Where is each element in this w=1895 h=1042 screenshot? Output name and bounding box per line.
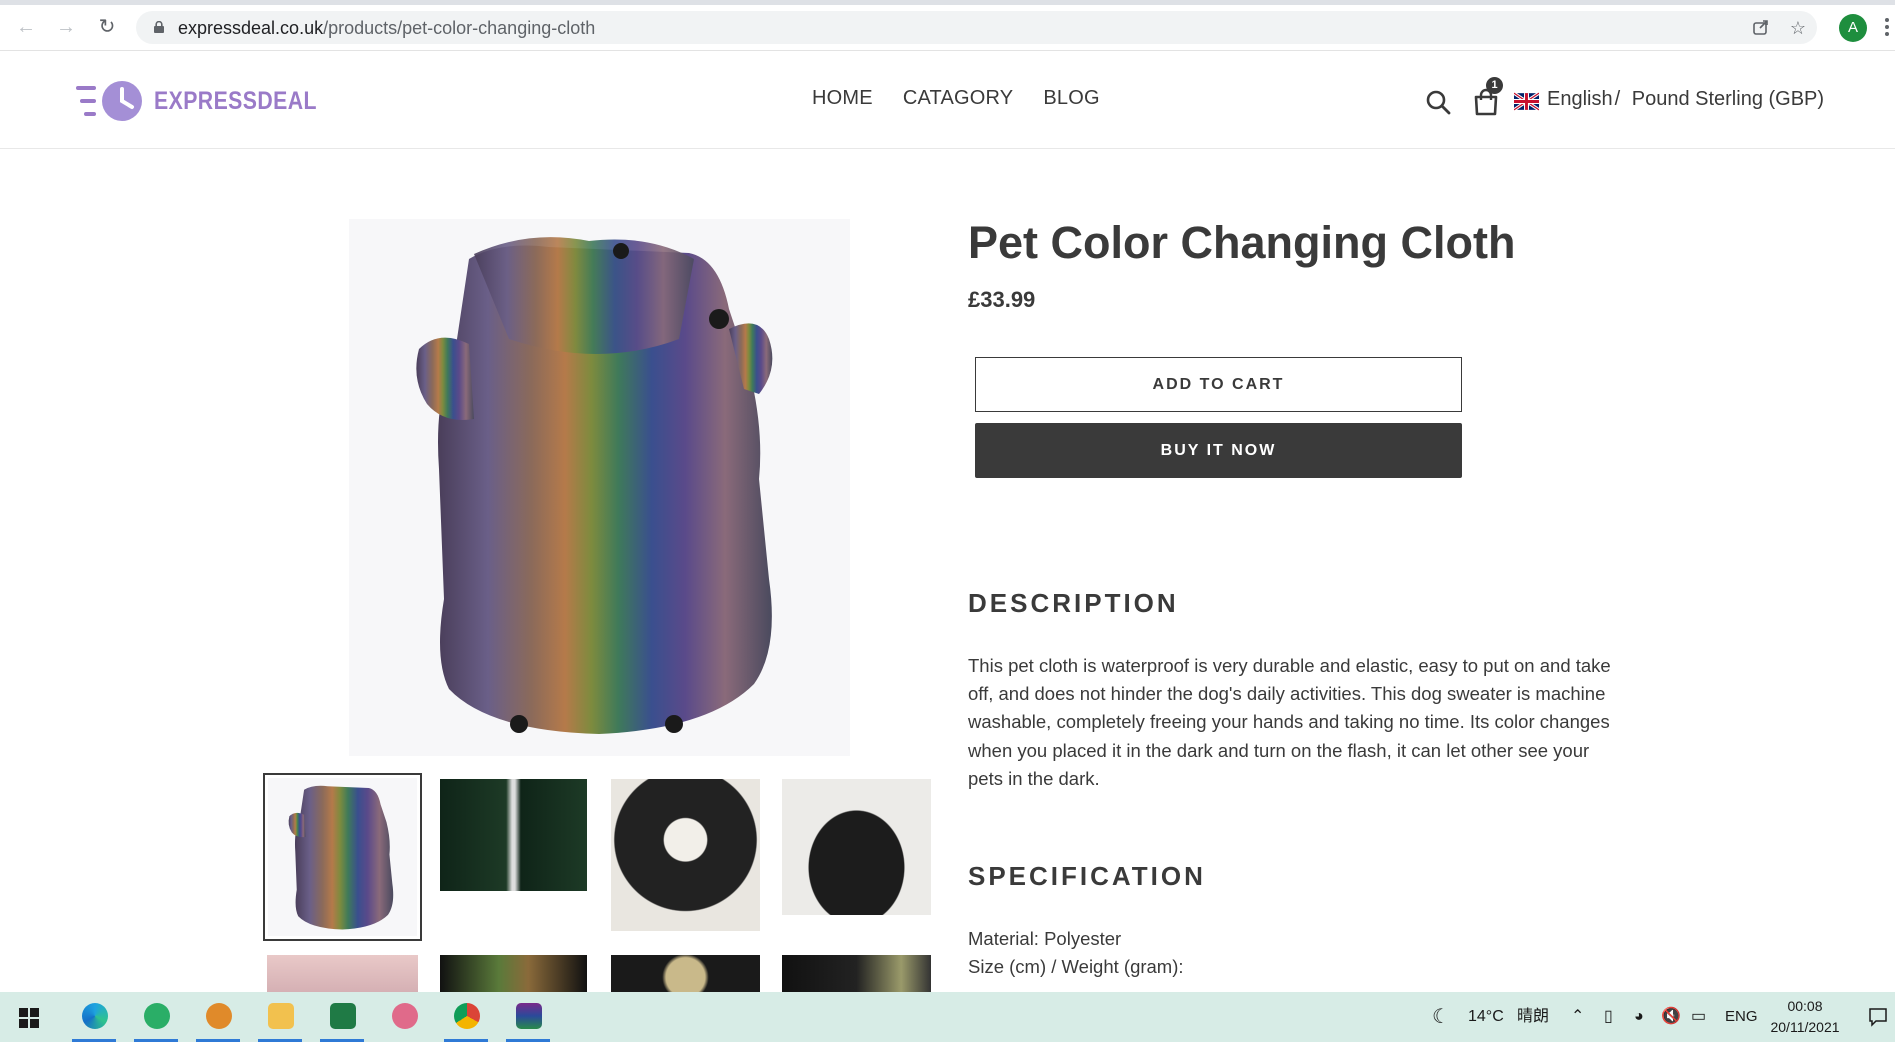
chevron-up-icon[interactable]: ⌃ bbox=[1571, 992, 1584, 1042]
clock-date: 20/11/2021 bbox=[1770, 1019, 1840, 1035]
weather-text[interactable]: 晴朗 bbox=[1517, 992, 1549, 1042]
share-icon[interactable] bbox=[1751, 18, 1771, 38]
locale-selector[interactable]: English / Pound Sterling (GBP) bbox=[1547, 88, 1824, 111]
uk-flag-icon bbox=[1514, 92, 1539, 111]
winrar-icon bbox=[516, 1003, 542, 1029]
buy-it-now-button[interactable]: BUY IT NOW bbox=[975, 423, 1462, 478]
thumbnail-8[interactable] bbox=[782, 955, 931, 992]
windows-taskbar: ☾ 14°C 晴朗 ⌃ ▯ ◕ 🔇 ▭ ENG 00:08 20/11/2021 bbox=[0, 992, 1895, 1042]
site-logo[interactable]: EXPRESSDEAL bbox=[74, 78, 346, 124]
taskbar-winrar[interactable] bbox=[500, 992, 556, 1042]
language-label[interactable]: English bbox=[1547, 88, 1613, 110]
thumbnail-image bbox=[288, 785, 394, 930]
wechat-icon bbox=[144, 1003, 170, 1029]
taskbar-excel[interactable] bbox=[314, 992, 370, 1042]
back-icon[interactable]: ← bbox=[14, 15, 38, 39]
weather-temp[interactable]: 14°C bbox=[1468, 992, 1504, 1042]
product-title: Pet Color Changing Cloth bbox=[968, 217, 1516, 268]
wifi-icon[interactable]: ◕ bbox=[1634, 992, 1644, 1042]
spec-size: Size (cm) / Weight (gram): bbox=[968, 956, 1184, 977]
input-language[interactable]: ENG bbox=[1725, 992, 1758, 1042]
browser-menu-icon[interactable] bbox=[1884, 16, 1890, 38]
thumbnail-7[interactable] bbox=[611, 955, 760, 992]
reload-icon[interactable]: ↻ bbox=[95, 15, 119, 39]
usb-icon[interactable]: ▯ bbox=[1604, 992, 1613, 1042]
main-nav: HOME CATAGORY BLOG bbox=[812, 87, 1100, 110]
locale-separator: / bbox=[1614, 88, 1621, 110]
thumbnail-2[interactable] bbox=[440, 779, 587, 891]
taskbar-chrome[interactable] bbox=[438, 992, 494, 1042]
lock-icon bbox=[154, 21, 164, 33]
nav-catagory[interactable]: CATAGORY bbox=[903, 87, 1014, 110]
url-text[interactable]: expressdeal.co.uk/products/pet-color-cha… bbox=[178, 18, 595, 39]
folder-icon bbox=[268, 1003, 294, 1029]
taskbar-file-explorer[interactable] bbox=[252, 992, 308, 1042]
browser-toolbar: ← → ↻ expressdeal.co.uk/products/pet-col… bbox=[0, 0, 1895, 51]
thumbnail-4[interactable] bbox=[782, 779, 931, 915]
taskbar-clock[interactable]: 00:08 20/11/2021 bbox=[1760, 996, 1850, 1038]
specification-heading: SPECIFICATION bbox=[968, 861, 1206, 891]
logo-text: EXPRESSDEAL bbox=[154, 86, 317, 115]
taskbar-app-6[interactable] bbox=[376, 992, 432, 1042]
thumbnail-5[interactable] bbox=[267, 955, 418, 992]
tab-strip bbox=[0, 0, 1895, 5]
add-to-cart-button[interactable]: ADD TO CART bbox=[975, 357, 1462, 412]
cart-count-badge: 1 bbox=[1486, 77, 1503, 94]
currency-label[interactable]: Pound Sterling (GBP) bbox=[1632, 88, 1824, 110]
product-main-image[interactable] bbox=[349, 219, 850, 756]
description-heading: DESCRIPTION bbox=[968, 588, 1179, 618]
nav-home[interactable]: HOME bbox=[812, 87, 873, 110]
taskbar-edge[interactable] bbox=[66, 992, 122, 1042]
notification-icon[interactable] bbox=[1868, 1007, 1888, 1027]
thumbnail-3[interactable] bbox=[611, 779, 760, 931]
pet-cloth-image bbox=[416, 237, 773, 734]
volume-muted-icon[interactable]: 🔇 bbox=[1661, 992, 1681, 1042]
url-domain: expressdeal.co.uk bbox=[178, 18, 324, 38]
thumbnail-1[interactable] bbox=[263, 773, 422, 941]
thumbnail-6[interactable] bbox=[440, 955, 587, 992]
forward-icon[interactable]: → bbox=[54, 15, 78, 39]
profile-avatar[interactable]: A bbox=[1839, 14, 1867, 42]
excel-icon bbox=[330, 1003, 356, 1029]
product-price: £33.99 bbox=[968, 287, 1036, 312]
spec-material: Material: Polyester bbox=[968, 928, 1122, 949]
chrome-icon bbox=[454, 1003, 480, 1029]
search-icon[interactable] bbox=[1425, 89, 1451, 115]
moon-icon: ☾ bbox=[1432, 1006, 1450, 1028]
nav-blog[interactable]: BLOG bbox=[1043, 87, 1099, 110]
edge-icon bbox=[82, 1003, 108, 1029]
bookmark-star-icon[interactable]: ☆ bbox=[1788, 18, 1808, 38]
app-icon bbox=[206, 1003, 232, 1029]
url-path: /products/pet-color-changing-cloth bbox=[323, 18, 596, 38]
logo-clock-icon bbox=[76, 81, 142, 121]
taskbar-app-3[interactable] bbox=[190, 992, 246, 1042]
battery-icon[interactable]: ▭ bbox=[1691, 992, 1706, 1042]
address-bar[interactable]: expressdeal.co.uk/products/pet-color-cha… bbox=[136, 11, 1817, 44]
clock-time: 00:08 bbox=[1787, 998, 1823, 1014]
windows-start-icon[interactable] bbox=[19, 1008, 39, 1028]
taskbar-wechat[interactable] bbox=[128, 992, 184, 1042]
site-header: EXPRESSDEAL HOME CATAGORY BLOG 1 English… bbox=[0, 51, 1895, 149]
description-text: This pet cloth is waterproof is very dur… bbox=[968, 655, 1611, 789]
paper-plane-icon bbox=[392, 1003, 418, 1029]
